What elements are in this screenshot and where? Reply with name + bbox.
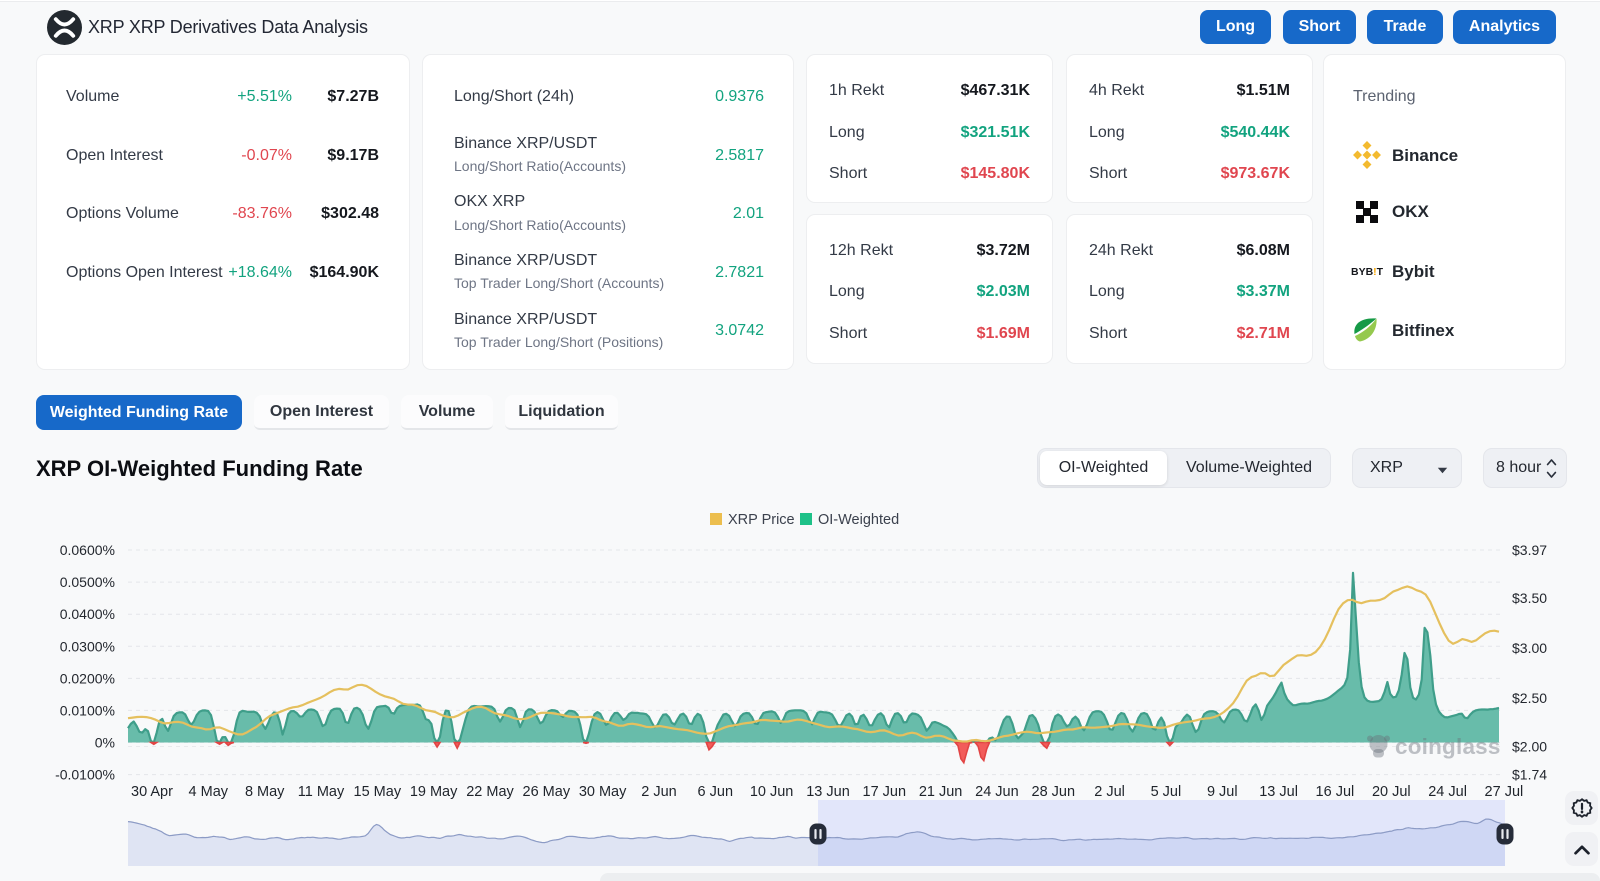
svg-text:0.0500%: 0.0500% — [60, 574, 115, 590]
svg-text:11 May: 11 May — [298, 784, 345, 800]
svg-text:0.0100%: 0.0100% — [60, 702, 115, 718]
svg-text:0.0300%: 0.0300% — [60, 638, 115, 654]
svg-text:21 Jun: 21 Jun — [919, 784, 963, 800]
svg-text:8 May: 8 May — [245, 784, 285, 800]
svg-text:22 May: 22 May — [466, 784, 514, 800]
svg-text:4 May: 4 May — [189, 784, 229, 800]
svg-text:24 Jun: 24 Jun — [975, 784, 1019, 800]
svg-text:13 Jun: 13 Jun — [806, 784, 850, 800]
svg-text:27 Jul: 27 Jul — [1485, 784, 1524, 800]
svg-text:17 Jun: 17 Jun — [863, 784, 907, 800]
svg-text:15 May: 15 May — [354, 784, 402, 800]
svg-text:30 Apr: 30 Apr — [131, 784, 173, 800]
svg-text:19 May: 19 May — [410, 784, 458, 800]
svg-text:6 Jun: 6 Jun — [698, 784, 733, 800]
svg-text:$3.00: $3.00 — [1512, 640, 1547, 656]
svg-text:16 Jul: 16 Jul — [1316, 784, 1355, 800]
svg-text:0.0600%: 0.0600% — [60, 542, 115, 558]
svg-text:0%: 0% — [95, 735, 115, 751]
svg-text:9 Jul: 9 Jul — [1207, 784, 1238, 800]
svg-text:30 May: 30 May — [579, 784, 627, 800]
svg-text:10 Jun: 10 Jun — [750, 784, 794, 800]
svg-text:24 Jul: 24 Jul — [1428, 784, 1467, 800]
svg-text:20 Jul: 20 Jul — [1372, 784, 1411, 800]
svg-text:$1.74: $1.74 — [1512, 767, 1547, 783]
svg-text:5 Jul: 5 Jul — [1151, 784, 1182, 800]
svg-text:2 Jul: 2 Jul — [1094, 784, 1125, 800]
svg-text:$3.50: $3.50 — [1512, 590, 1547, 606]
svg-text:28 Jun: 28 Jun — [1032, 784, 1076, 800]
svg-text:0.0400%: 0.0400% — [60, 606, 115, 622]
svg-text:2 Jun: 2 Jun — [641, 784, 676, 800]
svg-text:13 Jul: 13 Jul — [1259, 784, 1298, 800]
svg-text:$2.50: $2.50 — [1512, 690, 1547, 706]
svg-text:-0.0100%: -0.0100% — [55, 767, 115, 783]
svg-text:$3.97: $3.97 — [1512, 542, 1547, 558]
svg-text:0.0200%: 0.0200% — [60, 670, 115, 686]
svg-text:26 May: 26 May — [523, 784, 571, 800]
svg-text:$2.00: $2.00 — [1512, 739, 1547, 755]
